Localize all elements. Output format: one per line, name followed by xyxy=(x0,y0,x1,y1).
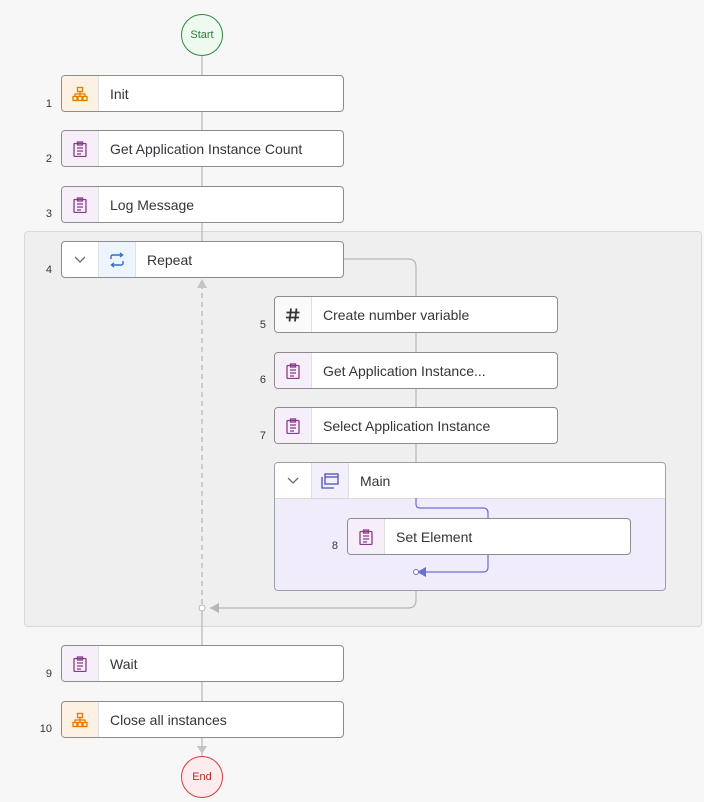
end-label: End xyxy=(192,771,212,783)
step-number: 10 xyxy=(39,723,52,735)
step-get-application-instance-count[interactable]: Get Application Instance Count xyxy=(61,130,344,167)
step-set-element[interactable]: Set Element xyxy=(347,518,631,555)
sitemap-icon xyxy=(62,76,99,111)
step-label: Select Application Instance xyxy=(323,417,491,434)
flow-canvas: Start 1 Init 2 Get Application Instance … xyxy=(0,0,704,802)
step-label: Main xyxy=(360,472,391,489)
window-icon xyxy=(312,463,349,498)
clipboard-icon xyxy=(348,519,385,554)
step-get-application-instance[interactable]: Get Application Instance... xyxy=(274,352,558,389)
step-create-number-variable[interactable]: Create number variable xyxy=(274,296,558,333)
step-number: 2 xyxy=(45,153,52,165)
chevron-down-icon xyxy=(74,256,86,263)
clipboard-icon xyxy=(275,408,312,443)
step-label: Close all instances xyxy=(110,711,227,728)
step-number: 4 xyxy=(45,264,52,276)
step-select-application-instance[interactable]: Select Application Instance xyxy=(274,407,558,444)
step-label: Get Application Instance... xyxy=(323,362,486,379)
step-repeat[interactable]: Repeat xyxy=(61,241,344,278)
step-label: Set Element xyxy=(396,528,473,545)
step-label: Log Message xyxy=(110,196,195,213)
step-number: 3 xyxy=(45,208,52,220)
step-label: Repeat xyxy=(147,251,193,268)
step-number: 6 xyxy=(259,374,266,386)
step-number: 9 xyxy=(45,668,52,680)
step-number: 5 xyxy=(259,319,266,331)
start-label: Start xyxy=(190,29,214,41)
step-close-all-instances[interactable]: Close all instances xyxy=(61,701,344,738)
step-label: Init xyxy=(110,85,129,102)
clipboard-icon xyxy=(62,187,99,222)
collapse-toggle[interactable] xyxy=(62,242,99,277)
loop-icon xyxy=(99,242,136,277)
step-label: Create number variable xyxy=(323,306,470,323)
clipboard-icon xyxy=(62,646,99,681)
step-label: Wait xyxy=(110,655,138,672)
start-node[interactable]: Start xyxy=(181,14,223,56)
step-number: 7 xyxy=(259,430,266,442)
step-log-message[interactable]: Log Message xyxy=(61,186,344,223)
chevron-down-icon xyxy=(287,477,299,484)
step-label: Get Application Instance Count xyxy=(110,140,303,157)
step-wait[interactable]: Wait xyxy=(61,645,344,682)
sitemap-icon xyxy=(62,702,99,737)
step-number: 1 xyxy=(45,98,52,110)
step-main[interactable]: Main xyxy=(275,463,665,498)
collapse-toggle[interactable] xyxy=(275,463,312,498)
step-init[interactable]: Init xyxy=(61,75,344,112)
clipboard-icon xyxy=(62,131,99,166)
clipboard-icon xyxy=(275,353,312,388)
step-number: 8 xyxy=(331,540,338,552)
end-node[interactable]: End xyxy=(181,756,223,798)
hash-icon xyxy=(275,297,312,332)
